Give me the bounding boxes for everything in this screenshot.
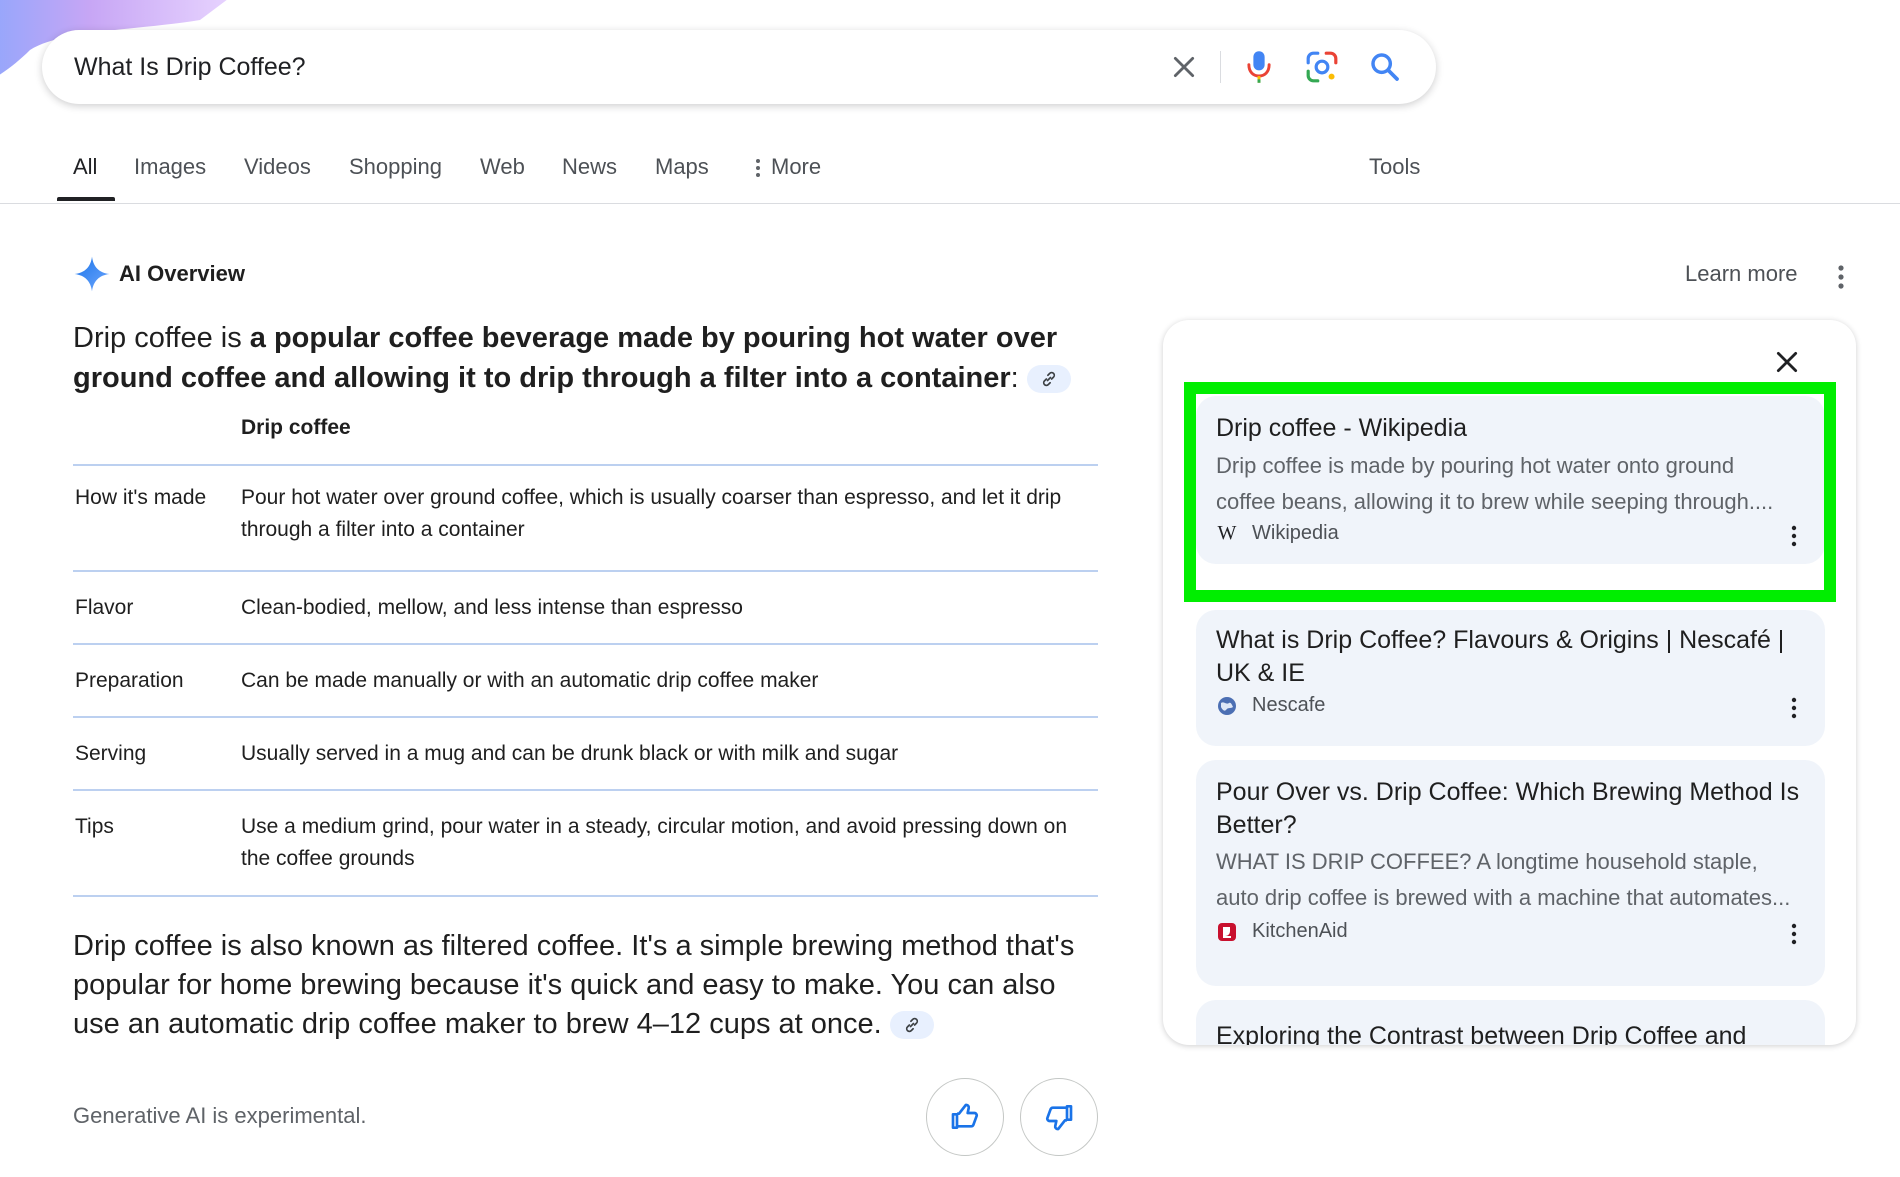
source-title: What is Drip Coffee? Flavours & Origins … bbox=[1216, 626, 1785, 687]
row-label: Preparation bbox=[75, 669, 184, 692]
search-divider bbox=[1220, 51, 1221, 83]
tab-maps[interactable]: Maps bbox=[655, 154, 709, 180]
table-column-header: Drip coffee bbox=[241, 416, 351, 439]
ai-overview-paragraph: Drip coffee is also known as filtered co… bbox=[73, 927, 1103, 1044]
tab-more[interactable]: More bbox=[755, 154, 821, 180]
source-snippet: WHAT IS DRIP COFFEE? A longtime househol… bbox=[1216, 844, 1806, 916]
source-title: Exploring the Contrast between Drip Coff… bbox=[1216, 1022, 1747, 1045]
learn-more-link[interactable]: Learn more bbox=[1685, 261, 1798, 287]
snippet-line: WHAT IS DRIP COFFEE? A longtime househol… bbox=[1216, 849, 1758, 874]
thumbs-down-button[interactable] bbox=[1020, 1078, 1098, 1156]
row-label: Tips bbox=[75, 815, 114, 838]
row-value: Use a medium grind, pour water in a stea… bbox=[241, 815, 1068, 870]
lens-icon[interactable] bbox=[1302, 47, 1342, 87]
active-tab-indicator bbox=[57, 197, 115, 201]
source-card-exploring[interactable]: Exploring the Contrast between Drip Coff… bbox=[1196, 1000, 1825, 1045]
source-card-kitchenaid[interactable]: Pour Over vs. Drip Coffee: Which Brewing… bbox=[1196, 760, 1825, 986]
sources-panel: Drip coffee - Wikipedia Drip coffee is m… bbox=[1163, 320, 1856, 1045]
tab-web[interactable]: Web bbox=[480, 154, 525, 180]
more-vert-icon[interactable] bbox=[1786, 696, 1802, 720]
table-row: Flavor Clean-bodied, mellow, and less in… bbox=[73, 572, 1098, 645]
more-vert-icon[interactable] bbox=[1786, 524, 1802, 548]
table-row: Preparation Can be made manually or with… bbox=[73, 645, 1098, 718]
clear-icon[interactable] bbox=[1164, 47, 1204, 87]
ai-overview-lead: Drip coffee is a popular coffee beverage… bbox=[73, 318, 1083, 398]
row-value: Can be made manually or with an automati… bbox=[241, 669, 819, 692]
more-options-icon[interactable] bbox=[1830, 262, 1852, 292]
row-label: How it's made bbox=[75, 486, 207, 509]
table-row: Tips Use a medium grind, pour water in a… bbox=[73, 791, 1098, 897]
more-vert-icon bbox=[756, 159, 760, 178]
tab-news[interactable]: News bbox=[562, 154, 617, 180]
generative-ai-disclaimer: Generative AI is experimental. bbox=[73, 1103, 367, 1128]
source-site-name: Nescafe bbox=[1252, 694, 1326, 716]
tab-more-label: More bbox=[771, 154, 822, 179]
source-title: Pour Over vs. Drip Coffee: Which Brewing… bbox=[1216, 778, 1800, 839]
wikipedia-favicon-icon: W bbox=[1217, 522, 1237, 544]
tab-all[interactable]: All bbox=[73, 154, 97, 180]
snippet-line: coffee beans, allowing it to brew while … bbox=[1216, 489, 1774, 514]
tab-images[interactable]: Images bbox=[134, 154, 206, 180]
row-label: Flavor bbox=[75, 596, 134, 619]
source-site: W Wikipedia bbox=[1216, 522, 1339, 545]
search-input[interactable] bbox=[74, 47, 1134, 87]
source-site-name: KitchenAid bbox=[1252, 920, 1348, 942]
snippet-line: auto drip coffee is brewed with a machin… bbox=[1216, 885, 1791, 910]
microphone-icon[interactable] bbox=[1239, 47, 1279, 87]
thumbs-up-button[interactable] bbox=[926, 1078, 1004, 1156]
lead-plain: Drip coffee is bbox=[73, 322, 250, 354]
source-site: KitchenAid bbox=[1216, 920, 1348, 943]
tab-shopping[interactable]: Shopping bbox=[349, 154, 442, 180]
tools-button[interactable]: Tools bbox=[1369, 154, 1420, 180]
drip-coffee-table: Drip coffee How it's made Pour hot water… bbox=[73, 410, 1098, 897]
source-site-name: Wikipedia bbox=[1252, 522, 1339, 544]
table-row: How it's made Pour hot water over ground… bbox=[73, 466, 1098, 572]
source-card-wikipedia[interactable]: Drip coffee - Wikipedia Drip coffee is m… bbox=[1196, 396, 1825, 564]
gemini-sparkle-icon bbox=[74, 256, 110, 292]
thumbs-down-icon bbox=[1045, 1105, 1073, 1131]
ai-overview-title: AI Overview bbox=[119, 261, 245, 286]
ai-overview-header: AI Overview bbox=[73, 255, 245, 293]
table-header: Drip coffee bbox=[73, 410, 1098, 466]
more-vert-icon[interactable] bbox=[1786, 922, 1802, 946]
row-label: Serving bbox=[75, 742, 147, 765]
link-icon bbox=[1042, 372, 1055, 387]
citation-link-button[interactable] bbox=[889, 1011, 934, 1040]
globe-favicon-icon bbox=[1216, 695, 1238, 717]
snippet-line: Drip coffee is made by pouring hot water… bbox=[1216, 453, 1735, 478]
search-icon[interactable] bbox=[1365, 47, 1405, 87]
close-icon bbox=[1776, 351, 1798, 373]
citation-link-button[interactable] bbox=[1026, 365, 1071, 394]
source-snippet: Drip coffee is made by pouring hot water… bbox=[1216, 448, 1806, 520]
search-bar bbox=[42, 30, 1436, 104]
table-row: Serving Usually served in a mug and can … bbox=[73, 718, 1098, 791]
row-value: Pour hot water over ground coffee, which… bbox=[241, 486, 1062, 541]
link-icon bbox=[905, 1018, 918, 1033]
kitchenaid-favicon-icon bbox=[1216, 921, 1238, 943]
search-tabs: All Images Videos Shopping Web News Maps… bbox=[0, 150, 1900, 204]
source-site: Nescafe bbox=[1216, 694, 1325, 717]
row-value: Usually served in a mug and can be drunk… bbox=[241, 742, 899, 765]
close-panel-button[interactable] bbox=[1767, 342, 1807, 382]
lead-colon: : bbox=[1010, 362, 1019, 394]
source-card-nescafe[interactable]: What is Drip Coffee? Flavours & Origins … bbox=[1196, 610, 1825, 746]
source-title: Drip coffee - Wikipedia bbox=[1216, 414, 1468, 442]
tab-videos[interactable]: Videos bbox=[244, 154, 311, 180]
thumbs-up-icon bbox=[951, 1103, 979, 1129]
row-value: Clean-bodied, mellow, and less intense t… bbox=[241, 596, 743, 619]
